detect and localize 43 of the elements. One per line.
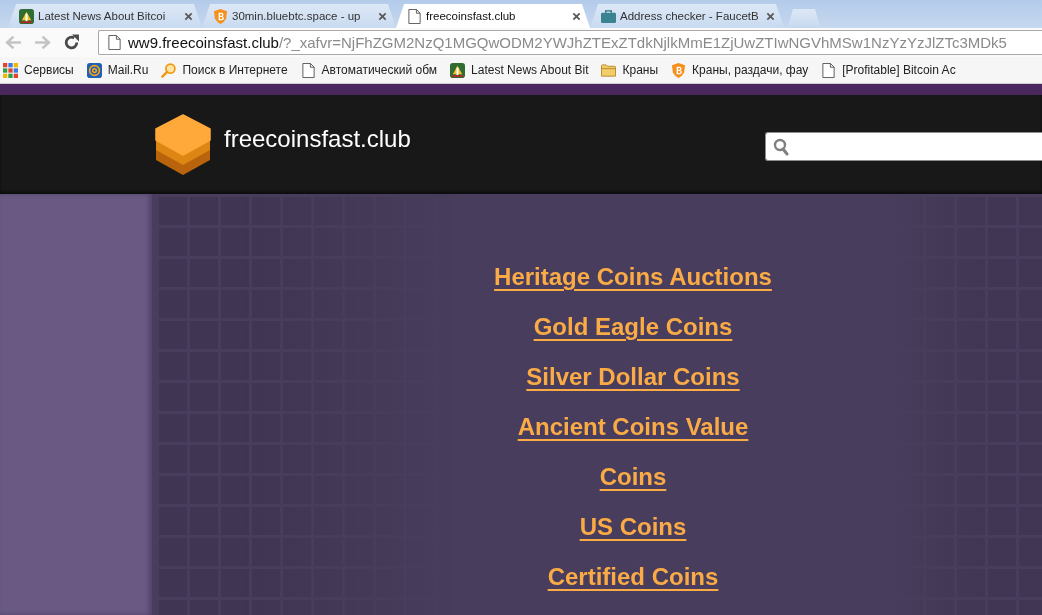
coin-link[interactable]: Ancient Coins Value <box>517 413 749 441</box>
address-field[interactable]: ww9.freecoinsfast.club/?_xafvr=NjFhZGM2NzQ1MGQwODM2YWJhZTExZTdkNjlkMmE1ZjUwZTIwNGVhMSw1NzYzYzJlZTc3MDk5 <box>98 30 1042 55</box>
target-icon <box>86 62 102 78</box>
bookmark-item[interactable]: Автоматический обм <box>300 62 438 78</box>
coin-link[interactable]: US Coins <box>579 513 687 541</box>
bookmark-item[interactable]: Краны <box>601 62 659 78</box>
stacked-layers-logo-icon[interactable] <box>155 113 211 176</box>
browser-tab[interactable]: Latest News About Bitcoi <box>8 4 202 28</box>
shield-icon <box>213 8 228 24</box>
search-icon <box>773 137 789 156</box>
coin-link[interactable]: Gold Eagle Coins <box>533 313 733 341</box>
close-icon[interactable] <box>378 11 387 21</box>
page-icon <box>300 62 316 78</box>
browser-tab[interactable]: freecoinsfast.club <box>396 4 590 28</box>
page-icon <box>107 35 122 50</box>
close-icon[interactable] <box>572 11 581 21</box>
browser-tab[interactable]: Address checker - FaucetB <box>590 4 784 28</box>
bookmark-item[interactable]: Краны, раздачи, фау <box>671 62 809 78</box>
coin-link[interactable]: Heritage Coins Auctions <box>494 263 772 291</box>
coin-link[interactable]: Silver Dollar Coins <box>526 363 740 391</box>
emblem-icon <box>19 8 34 24</box>
bookmark-item[interactable]: Mail.Ru <box>86 62 149 78</box>
page-icon <box>821 62 837 78</box>
search-field[interactable] <box>765 132 1042 161</box>
bookmark-item[interactable]: Поиск в Интернете <box>161 62 288 78</box>
close-icon[interactable] <box>184 11 193 21</box>
url-text: ww9.freecoinsfast.club/?_xafvr=NjFhZGM2NzQ1MGQwODM2YWJhZTExZTdkNjlkMmE1ZjUwZTIwNGVhMSw1NzYzYzJlZTc3MDk5 <box>128 34 1007 51</box>
folder-icon <box>601 62 617 78</box>
coin-link[interactable]: Certified Coins <box>547 563 719 591</box>
bookmark-item[interactable]: [Profitable] Bitcoin Ac <box>821 62 956 78</box>
shield-icon <box>671 62 687 78</box>
apps-grid-icon <box>3 62 18 78</box>
close-icon[interactable] <box>766 11 775 21</box>
magnifier-icon <box>161 62 177 78</box>
reload-icon[interactable] <box>63 34 80 51</box>
bookmark-item[interactable]: Latest News About Bit <box>450 62 589 78</box>
emblem-icon <box>450 62 466 78</box>
briefcase-icon <box>601 8 616 24</box>
site-title[interactable]: freecoinsfast.club <box>224 124 411 153</box>
coin-link[interactable]: Coins <box>599 463 667 491</box>
page-icon <box>407 8 422 24</box>
browser-tab[interactable]: 30min.bluebtc.space - up <box>202 4 396 28</box>
bookmark-item[interactable]: Сервисы <box>3 62 74 78</box>
